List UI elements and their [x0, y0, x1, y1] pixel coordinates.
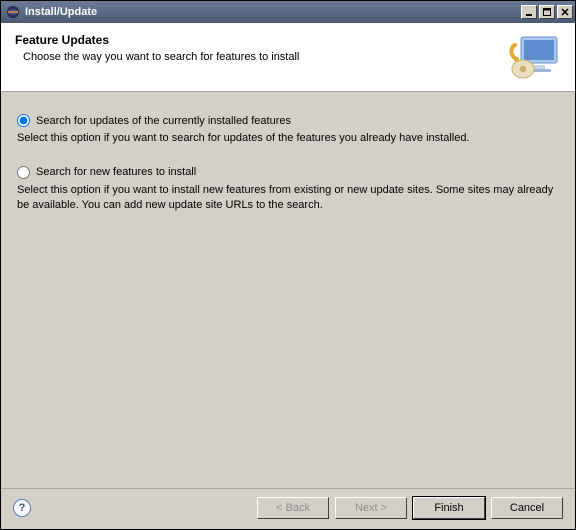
- window-controls: [519, 5, 573, 19]
- maximize-button[interactable]: [539, 5, 555, 19]
- window-title: Install/Update: [25, 6, 519, 18]
- cancel-button[interactable]: Cancel: [491, 497, 563, 519]
- option-search-new-features: Search for new features to install Selec…: [17, 166, 559, 213]
- eclipse-icon: [5, 4, 21, 20]
- page-title: Feature Updates: [15, 33, 505, 47]
- update-monitor-icon: [505, 33, 561, 81]
- finish-button[interactable]: Finish: [413, 497, 485, 519]
- option-search-new-features-desc: Select this option if you want to instal…: [17, 183, 559, 213]
- option-search-updates-desc: Select this option if you want to search…: [17, 131, 559, 146]
- install-update-dialog: Install/Update Feature Updates Choose th…: [0, 0, 576, 530]
- radio-search-updates-label[interactable]: Search for updates of the currently inst…: [36, 115, 291, 127]
- wizard-header: Feature Updates Choose the way you want …: [1, 23, 575, 92]
- back-button[interactable]: < Back: [257, 497, 329, 519]
- minimize-button[interactable]: [521, 5, 537, 19]
- radio-search-updates[interactable]: [17, 114, 30, 127]
- wizard-buttons: < Back Next > Finish Cancel: [257, 497, 563, 519]
- radio-search-new-features[interactable]: [17, 166, 30, 179]
- close-button[interactable]: [557, 5, 573, 19]
- titlebar: Install/Update: [1, 1, 575, 23]
- help-icon[interactable]: ?: [13, 499, 31, 517]
- radio-search-new-features-label[interactable]: Search for new features to install: [36, 166, 196, 178]
- next-button[interactable]: Next >: [335, 497, 407, 519]
- wizard-header-text: Feature Updates Choose the way you want …: [15, 33, 505, 63]
- wizard-footer: ? < Back Next > Finish Cancel: [1, 488, 575, 529]
- wizard-content: Search for updates of the currently inst…: [1, 92, 575, 488]
- page-subtitle: Choose the way you want to search for fe…: [15, 51, 505, 63]
- option-search-updates: Search for updates of the currently inst…: [17, 114, 559, 146]
